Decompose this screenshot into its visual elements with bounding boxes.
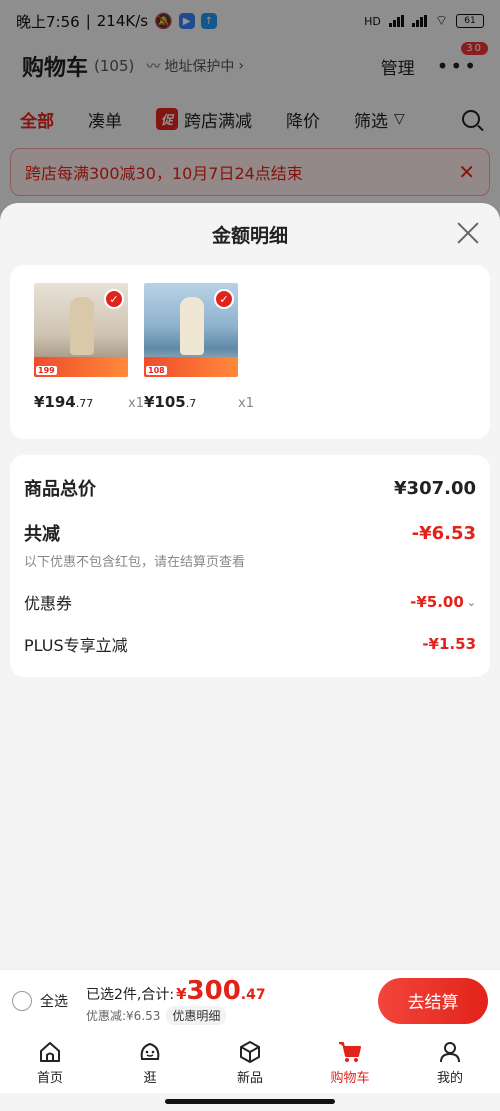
- cube-icon: [237, 1039, 263, 1065]
- home-indicator[interactable]: [165, 1099, 335, 1104]
- product-thumbnail: 108 ✓: [144, 283, 238, 377]
- selected-summary: 已选2件,合计:: [86, 987, 175, 1003]
- total-value: ¥307.00: [394, 477, 476, 499]
- product-price-dec: .77: [75, 397, 94, 410]
- products-card: 199 ✓ ¥194.77 x1 108 ✓ ¥105.7 x1: [10, 265, 490, 439]
- thumbnail-price-tag: 108: [146, 366, 167, 375]
- tab-new-label: 新品: [236, 1070, 263, 1086]
- reduce-value: -¥6.53: [411, 522, 476, 544]
- checkout-bar: 全选 已选2件,合计: ¥ 300 .47 优惠减:¥6.53 优惠明细 去结算: [0, 969, 500, 1031]
- sheet-title: 金额明细: [211, 224, 288, 247]
- tab-new[interactable]: 新品: [200, 1031, 300, 1093]
- product-price: ¥194.77: [34, 393, 93, 411]
- plus-label: PLUS专享立减: [24, 636, 128, 655]
- plus-row: PLUS专享立减 -¥1.53: [24, 632, 476, 656]
- product-price: ¥105.7: [144, 393, 196, 411]
- coupon-label: 优惠券: [24, 594, 73, 613]
- select-all-radio[interactable]: [12, 990, 32, 1011]
- tab-browse[interactable]: 逛: [100, 1031, 200, 1093]
- product-thumbnail: 199 ✓: [34, 283, 128, 377]
- home-icon: [37, 1039, 63, 1065]
- discount-hint: 以下优惠不包含红包，请在结算页查看: [24, 555, 246, 570]
- product-quantity: x1: [128, 396, 144, 411]
- currency-symbol: ¥: [176, 985, 187, 1003]
- user-icon: [437, 1039, 463, 1065]
- price-summary-card: 商品总价 ¥307.00 共减 -¥6.53 以下优惠不包含红包，请在结算页查看…: [10, 455, 490, 677]
- product-item[interactable]: 199 ✓ ¥194.77 x1: [34, 283, 144, 411]
- total-row: 商品总价 ¥307.00: [24, 473, 476, 503]
- close-icon[interactable]: [454, 219, 482, 247]
- chevron-down-icon: ⌄: [466, 595, 476, 609]
- sheet-header: 金额明细: [0, 203, 500, 265]
- product-price-int: ¥105: [144, 393, 186, 411]
- tab-mine-label: 我的: [436, 1070, 463, 1086]
- tab-cart[interactable]: 购物车: [300, 1031, 400, 1093]
- tab-home-label: 首页: [36, 1070, 63, 1086]
- product-item[interactable]: 108 ✓ ¥105.7 x1: [144, 283, 254, 411]
- checkmark-icon: ✓: [214, 289, 234, 309]
- tab-cart-label: 购物车: [330, 1070, 370, 1086]
- tab-mine[interactable]: 我的: [400, 1031, 500, 1093]
- product-price-int: ¥194: [34, 393, 76, 411]
- product-quantity: x1: [238, 396, 254, 411]
- total-label: 商品总价: [24, 479, 96, 500]
- total-decimal: .47: [240, 987, 266, 1003]
- plus-value: -¥1.53: [422, 635, 476, 653]
- cart-icon: [337, 1039, 363, 1065]
- product-price-dec: .7: [185, 397, 197, 410]
- face-icon: [137, 1039, 163, 1065]
- thumbnail-price-tag: 199: [36, 366, 57, 375]
- discount-detail-button[interactable]: 优惠明细: [166, 1006, 227, 1025]
- total-integer: 300: [186, 976, 241, 1006]
- bottom-tab-bar: 首页 逛 新品 购物车 我的: [0, 1031, 500, 1093]
- checkout-totals: 已选2件,合计: ¥ 300 .47 优惠减:¥6.53 优惠明细: [86, 976, 266, 1025]
- reduce-row: 共减 -¥6.53: [24, 519, 476, 547]
- tab-browse-label: 逛: [143, 1070, 157, 1086]
- discount-amount: 优惠减:¥6.53: [86, 1009, 161, 1023]
- tab-home[interactable]: 首页: [0, 1031, 100, 1093]
- checkout-button[interactable]: 去结算: [378, 977, 488, 1024]
- select-all-label[interactable]: 全选: [40, 991, 68, 1011]
- coupon-value: -¥5.00 ⌄: [410, 593, 476, 611]
- checkmark-icon: ✓: [104, 289, 124, 309]
- reduce-label: 共减: [24, 524, 60, 545]
- coupon-row[interactable]: 优惠券 -¥5.00 ⌄: [24, 590, 476, 614]
- coupon-value-text: -¥5.00: [410, 593, 464, 611]
